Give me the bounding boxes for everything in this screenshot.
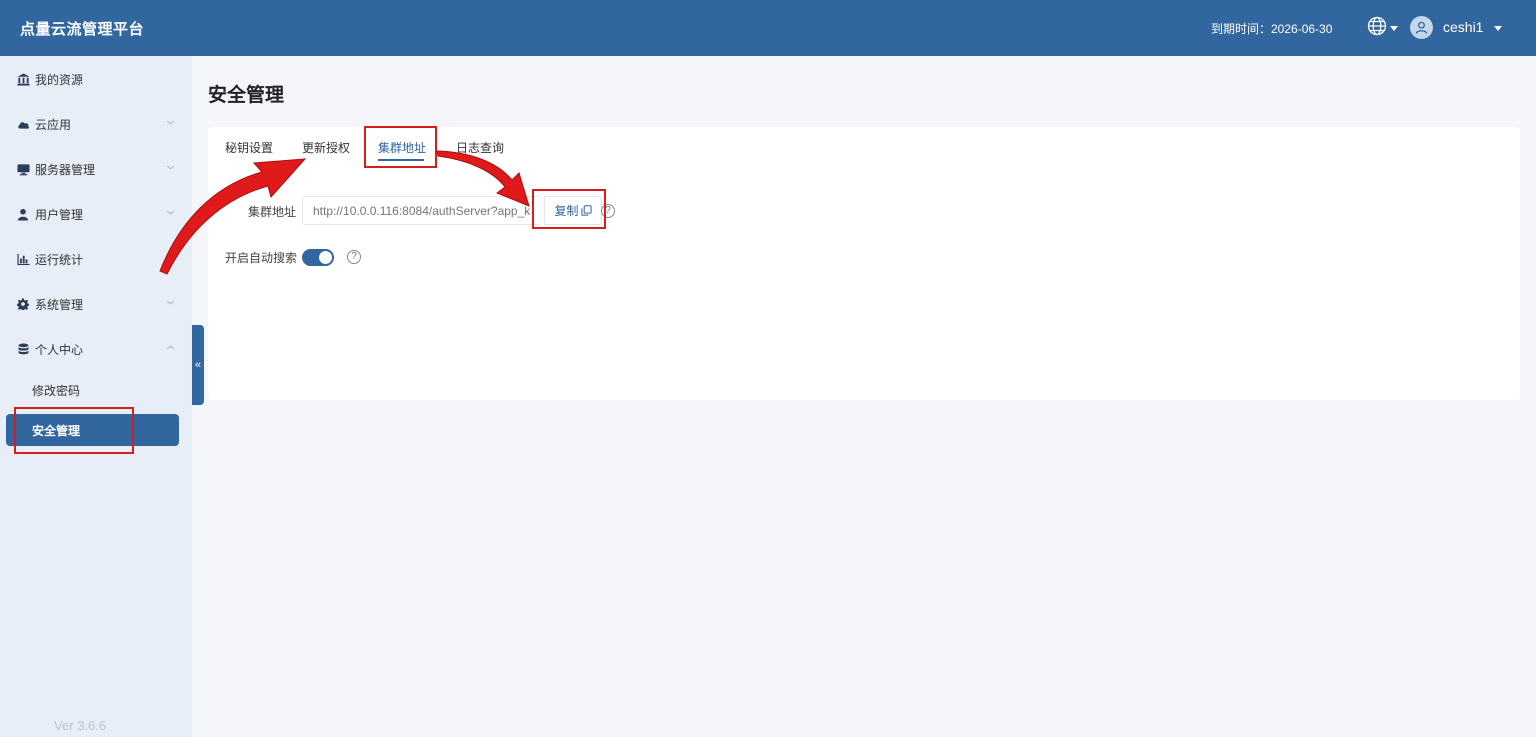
- chevron-down-icon: [1390, 25, 1398, 31]
- chevron-up-icon: [167, 345, 174, 350]
- sidebar-item-label: 服务器管理: [35, 162, 96, 177]
- tab-cluster-address[interactable]: 集群地址: [378, 137, 426, 159]
- chevron-down-icon: [167, 165, 174, 170]
- username[interactable]: ceshi1: [1443, 19, 1483, 35]
- sidebar-item-label: 个人中心: [35, 342, 84, 357]
- version-label: Ver 3.6.6: [54, 718, 107, 733]
- content-card: 秘钥设置 更新授权 集群地址 日志查询 集群地址 复制 ? 开启自动搜索 ?: [208, 127, 1520, 400]
- sidebar-item-run-stats[interactable]: 运行统计: [0, 237, 192, 281]
- user-avatar-icon: [1415, 21, 1428, 34]
- sidebar-item-cloud-apps[interactable]: 云应用: [0, 102, 192, 146]
- tab-log-query[interactable]: 日志查询: [456, 137, 504, 159]
- sidebar-subitem-label: 安全管理: [32, 423, 81, 438]
- app-title: 点量云流管理平台: [20, 21, 145, 38]
- sidebar-item-label: 系统管理: [35, 297, 84, 312]
- help-icon[interactable]: ?: [347, 250, 361, 264]
- chevron-down-icon: [167, 120, 174, 125]
- sidebar-item-system-management[interactable]: 系统管理: [0, 282, 192, 326]
- sidebar-item-label: 运行统计: [35, 252, 84, 267]
- copy-icon: [580, 205, 592, 216]
- cloud-icon: [16, 117, 30, 131]
- expire-date: 到期时间：2026-06-30: [1211, 22, 1333, 36]
- active-tab-indicator: [378, 159, 424, 161]
- top-header: 点量云流管理平台 到期时间：2026-06-30 ceshi1: [0, 0, 1536, 56]
- monitor-icon: [16, 162, 30, 176]
- user-menu-chevron-icon[interactable]: [1494, 26, 1502, 31]
- sidebar-item-personal-center[interactable]: 个人中心: [0, 327, 192, 371]
- sidebar-item-server-management[interactable]: 服务器管理: [0, 147, 192, 191]
- cluster-address-label: 集群地址: [248, 205, 297, 219]
- double-chevron-left-icon: «: [194, 359, 202, 371]
- globe-icon: [1367, 16, 1387, 41]
- cluster-address-input[interactable]: [302, 196, 540, 225]
- sidebar-item-my-resources[interactable]: 我的资源: [0, 57, 192, 101]
- gear-icon: [16, 297, 30, 311]
- sidebar-item-label: 云应用: [35, 117, 72, 132]
- sidebar-item-label: 我的资源: [35, 72, 84, 87]
- sidebar-subitem-change-password[interactable]: 修改密码: [0, 372, 192, 408]
- sidebar-collapse-button[interactable]: «: [192, 325, 204, 405]
- toggle-knob: [319, 251, 332, 264]
- sidebar-item-label: 用户管理: [35, 207, 84, 222]
- copy-button[interactable]: 复制: [544, 196, 602, 225]
- chevron-down-icon: [167, 300, 174, 305]
- sidebar-subitem-label: 修改密码: [32, 383, 81, 398]
- bank-icon: [16, 72, 30, 86]
- language-switcher[interactable]: [1367, 16, 1399, 41]
- auto-search-label: 开启自动搜索: [225, 251, 298, 265]
- sidebar: 我的资源 云应用 服务器管理 用户管理 运行统计 系统管理 个人中心 修改密码 …: [0, 56, 192, 737]
- sidebar-subitem-security-management[interactable]: 安全管理: [6, 414, 179, 446]
- bar-chart-icon: [16, 252, 30, 266]
- database-icon: [16, 342, 30, 356]
- user-icon: [16, 207, 30, 221]
- copy-button-label: 复制: [554, 204, 579, 218]
- sidebar-item-user-management[interactable]: 用户管理: [0, 192, 192, 236]
- avatar[interactable]: [1410, 16, 1433, 39]
- page-title: 安全管理: [208, 85, 285, 106]
- auto-search-toggle[interactable]: [302, 249, 334, 266]
- help-icon[interactable]: ?: [601, 204, 615, 218]
- tab-update-authorization[interactable]: 更新授权: [302, 137, 350, 159]
- tab-secret-key-settings[interactable]: 秘钥设置: [225, 137, 273, 159]
- chevron-down-icon: [167, 210, 174, 215]
